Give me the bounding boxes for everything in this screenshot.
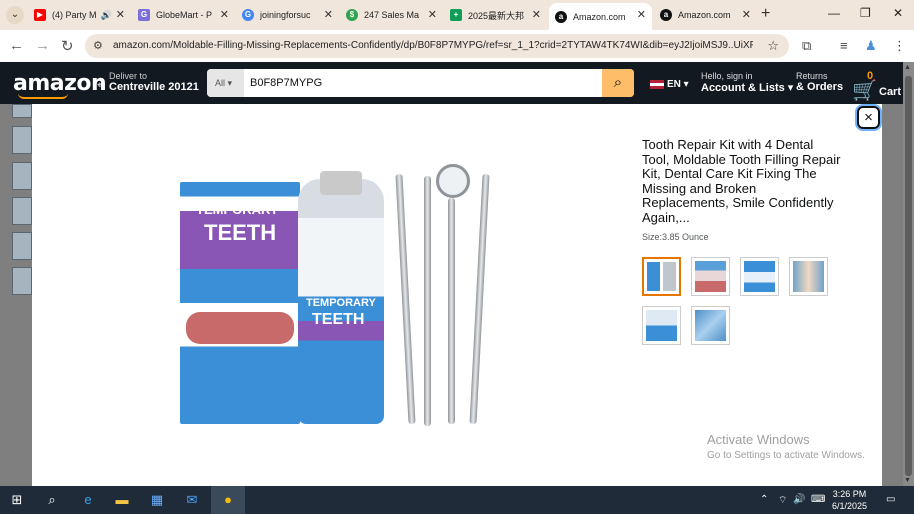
audio-icon[interactable]: 🔊 <box>101 10 112 21</box>
tab-amazon-active[interactable]: a Amazon.com ✕ <box>549 3 652 30</box>
scroll-down-icon[interactable]: ▼ <box>904 477 911 484</box>
amazon-icon: a <box>660 9 672 21</box>
profile-icon[interactable]: ♟ <box>865 38 877 54</box>
amazon-header: amazon ⌖ Deliver to Centreville 20121 Al… <box>0 62 914 104</box>
cart-icon: 🛒 <box>852 80 877 102</box>
tab-close-icon[interactable]: ✕ <box>116 8 125 21</box>
bookmark-star-icon[interactable]: ☆ <box>767 38 779 54</box>
windows-start-icon[interactable]: ⊞ <box>8 491 26 509</box>
location-pin-icon: ⌖ <box>97 80 103 91</box>
google-icon: G <box>242 9 254 21</box>
language-selector[interactable]: EN ▾ <box>650 79 689 90</box>
window-close-icon[interactable]: ✕ <box>893 6 903 20</box>
deliver-to[interactable]: ⌖ Deliver to Centreville 20121 <box>97 71 199 93</box>
page-thumbnail <box>12 104 32 118</box>
tab-close-icon[interactable]: ✕ <box>324 8 333 21</box>
windows-taskbar: ⊞ ⌕ e ▬ ▦ ✉ ● ⌃ ⌔ 🔊 ⌨ 3:26 PM 6/1/2025 ▭ <box>0 486 914 514</box>
tab-close-icon[interactable]: ✕ <box>637 8 646 21</box>
extensions-icon[interactable]: ⧉ <box>802 38 811 54</box>
tab-close-icon[interactable]: ✕ <box>532 8 541 21</box>
sheets-icon: + <box>450 9 462 21</box>
tab-search-chevron-icon[interactable]: ⌄ <box>6 6 24 24</box>
forward-icon[interactable]: → <box>35 37 50 54</box>
dental-mirror <box>436 164 470 198</box>
keyboard-icon[interactable]: ⌨ <box>811 494 825 505</box>
store-icon[interactable]: ▦ <box>148 491 166 509</box>
tab-amazon[interactable]: a Amazon.com ✕ <box>654 3 757 27</box>
thumbnail-before-after[interactable] <box>691 257 730 296</box>
product-box: TEMPORARY TEETH <box>180 182 300 424</box>
amazon-icon: a <box>555 10 567 23</box>
notifications-icon[interactable]: ▭ <box>886 494 895 505</box>
dental-tool <box>469 173 490 425</box>
product-bottle: TEMPORARY TEETH <box>298 171 384 424</box>
chrome-icon[interactable]: ● <box>211 486 245 514</box>
site-info-icon[interactable]: ⚙ <box>93 39 103 52</box>
returns-orders[interactable]: Returns & Orders <box>796 71 843 93</box>
page-thumbnail <box>12 197 32 225</box>
modal-close-button[interactable]: × <box>857 106 880 129</box>
scrollbar-thumb[interactable] <box>905 76 912 476</box>
amazon-search: All ▾ B0F8P7MYPG ⌕ <box>207 69 634 97</box>
thumbnail-usage[interactable] <box>691 306 730 345</box>
dental-tool <box>395 173 416 425</box>
minimize-icon[interactable]: — <box>828 6 840 20</box>
file-explorer-icon[interactable]: ▬ <box>113 491 131 509</box>
page-thumbnail <box>12 232 32 260</box>
tab-globemart[interactable]: G GlobeMart - P ✕ <box>132 3 235 27</box>
menu-dots-icon[interactable]: ⋮ <box>893 38 906 54</box>
page-scrollbar[interactable]: ▲ ▼ <box>903 62 914 486</box>
image-viewer-modal: × TEMPORARY TEETH TEMPORARY TEETH Tooth … <box>32 104 882 486</box>
tab-close-icon[interactable]: ✕ <box>742 8 751 21</box>
volume-icon[interactable]: 🔊 <box>793 494 805 505</box>
dental-tool <box>424 176 431 426</box>
size-label: Size:3.85 Ounce <box>642 232 709 242</box>
youtube-icon: ▶ <box>34 9 46 21</box>
network-icon[interactable]: ⌔ <box>778 494 787 507</box>
scroll-up-icon[interactable]: ▲ <box>904 64 911 71</box>
tab-sheets[interactable]: + 2025最新大邦 ✕ <box>444 3 547 27</box>
browser-tab-strip: ⌄ ▶ (4) Party M 🔊 ✕ G GlobeMart - P ✕ G … <box>0 0 914 30</box>
product-main-image[interactable]: TEMPORARY TEETH TEMPORARY TEETH <box>180 164 500 434</box>
edge-icon[interactable]: e <box>79 491 97 509</box>
activate-windows-watermark: Activate Windows Go to Settings to activ… <box>707 432 865 461</box>
account-lists[interactable]: Hello, sign in Account & Lists ▾ <box>701 71 793 94</box>
url-text[interactable]: amazon.com/Moldable-Filling-Missing-Repl… <box>113 40 753 51</box>
thumbnail-main[interactable] <box>642 257 681 296</box>
mail-icon[interactable]: ✉ <box>183 491 201 509</box>
us-flag-icon <box>650 79 664 89</box>
thumbnail-infographic[interactable] <box>740 257 779 296</box>
tab-close-icon[interactable]: ✕ <box>428 8 437 21</box>
globemart-icon: G <box>138 9 150 21</box>
back-icon[interactable]: ← <box>9 37 24 54</box>
tab-joiningforsuccess[interactable]: G joiningforsuc ✕ <box>236 3 339 27</box>
sales-icon: $ <box>346 9 358 21</box>
page-thumbnail <box>12 267 32 295</box>
tab-247-sales[interactable]: $ 247 Sales Ma ✕ <box>340 3 443 27</box>
tab-close-icon[interactable]: ✕ <box>220 8 229 21</box>
thumbnail-features[interactable] <box>642 306 681 345</box>
product-title: Tooth Repair Kit with 4 Dental Tool, Mol… <box>642 137 841 225</box>
tab-youtube[interactable]: ▶ (4) Party M 🔊 ✕ <box>28 3 131 27</box>
search-icon[interactable]: ⌕ <box>43 491 61 509</box>
browser-toolbar: ← → ↻ ⚙ amazon.com/Moldable-Filling-Miss… <box>0 30 914 62</box>
new-tab-icon[interactable]: + <box>761 5 770 23</box>
reload-icon[interactable]: ↻ <box>61 37 74 55</box>
media-icon[interactable]: ≡ <box>840 38 848 53</box>
amazon-smile-icon <box>18 93 68 99</box>
page-thumbnail <box>12 126 32 154</box>
search-input[interactable]: B0F8P7MYPG <box>250 77 322 89</box>
teeth-illustration <box>186 312 294 344</box>
tray-chevron-icon[interactable]: ⌃ <box>760 494 768 505</box>
address-bar[interactable]: ⚙ amazon.com/Moldable-Filling-Missing-Re… <box>85 34 789 58</box>
taskbar-clock[interactable]: 3:26 PM 6/1/2025 <box>832 488 867 512</box>
page-thumbnail <box>12 162 32 190</box>
thumbnail-lifestyle[interactable] <box>789 257 828 296</box>
restore-icon[interactable]: ❐ <box>860 6 871 20</box>
search-category-select[interactable]: All ▾ <box>207 69 244 97</box>
dental-mirror-handle <box>448 198 455 424</box>
search-icon[interactable]: ⌕ <box>602 69 634 97</box>
